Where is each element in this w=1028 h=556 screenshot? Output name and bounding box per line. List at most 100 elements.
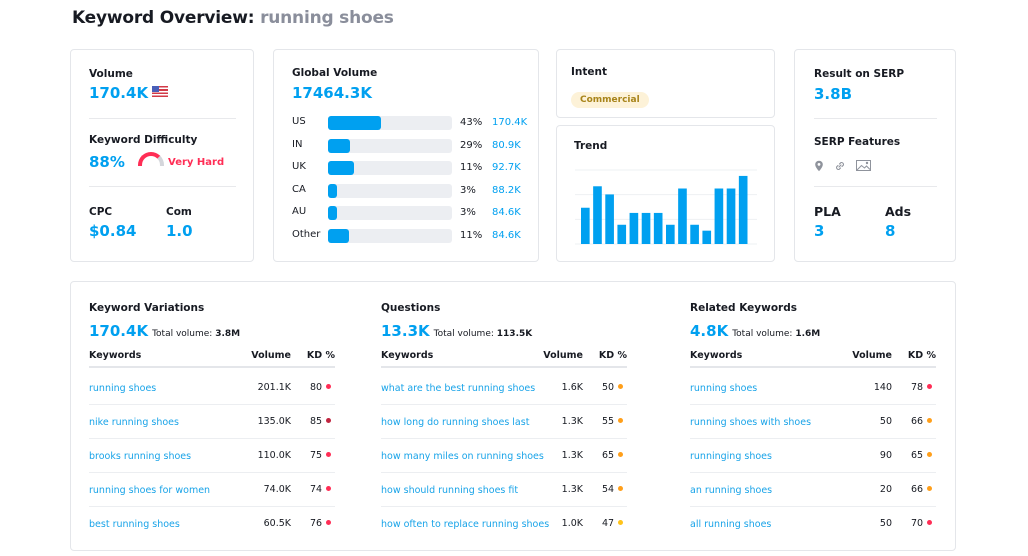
trend-bar[interactable] xyxy=(678,188,687,245)
keyword-kd: 66 xyxy=(911,416,924,427)
keyword-kd: 54 xyxy=(602,484,615,495)
keyword-volume: 1.3K xyxy=(561,416,583,427)
keyword-kd: 50 xyxy=(602,382,615,393)
section-summary: 4.8K Total volume: 1.6M xyxy=(690,322,820,340)
keyword-volume: 1.0K xyxy=(561,518,583,529)
trend-bar[interactable] xyxy=(738,175,748,244)
col-kd[interactable]: KD % xyxy=(599,350,627,361)
keyword-link[interactable]: how many miles on running shoes xyxy=(381,451,544,462)
intent-card: Intent Commercial xyxy=(556,49,775,118)
table-row: all running shoes 50 70 xyxy=(690,507,936,541)
keyword-volume: 60.5K xyxy=(263,518,291,529)
country-row: Other 11% 84.6K xyxy=(292,228,532,244)
trend-bar[interactable] xyxy=(653,212,663,244)
section-total: Total volume: 3.8M xyxy=(152,329,240,339)
trend-bar[interactable] xyxy=(714,188,724,245)
keyword-link[interactable]: nike running shoes xyxy=(89,417,179,428)
keyword-link[interactable]: an running shoes xyxy=(690,485,772,496)
country-code: Other xyxy=(292,229,321,240)
table-row: how should running shoes fit 1.3K 54 xyxy=(381,473,627,507)
section-count[interactable]: 13.3K xyxy=(381,322,430,340)
keyword-link[interactable]: best running shoes xyxy=(89,519,180,530)
trend-bar[interactable] xyxy=(666,224,675,244)
country-volume[interactable]: 170.4K xyxy=(492,117,527,128)
keyword-link[interactable]: all running shoes xyxy=(690,519,771,530)
kd-level-dot-icon xyxy=(618,418,624,423)
table-header: Keywords Volume KD % xyxy=(89,350,335,368)
trend-bar[interactable] xyxy=(690,224,699,244)
country-share-bar xyxy=(328,229,452,243)
keyword-kd: 65 xyxy=(911,450,924,461)
table-row: brooks running shoes 110.0K 75 xyxy=(89,439,335,473)
country-pct: 11% xyxy=(460,162,483,174)
trend-bar[interactable] xyxy=(617,224,627,244)
keyword-section: Related Keywords 4.8K Total volume: 1.6M Ke… xyxy=(690,282,936,552)
col-keywords[interactable]: Keywords xyxy=(690,350,742,361)
section-count[interactable]: 170.4K xyxy=(89,322,148,340)
keyword-section: Questions 13.3K Total volume: 113.5K Keywor… xyxy=(381,282,627,552)
country-share-fill xyxy=(328,161,355,176)
country-share-bar xyxy=(328,161,452,176)
col-keywords[interactable]: Keywords xyxy=(381,350,433,361)
trend-bar[interactable] xyxy=(702,230,712,244)
location-pin-icon[interactable] xyxy=(814,160,824,172)
table-header: Keywords Volume KD % xyxy=(381,350,627,368)
table-row: nike running shoes 135.0K 85 xyxy=(89,405,335,439)
volume-value-wrap: 170.4K xyxy=(89,84,169,102)
image-icon[interactable] xyxy=(856,160,872,171)
country-volume[interactable]: 84.6K xyxy=(492,230,521,241)
keyword-volume: 110.0K xyxy=(257,450,291,461)
table-row: what are the best running shoes 1.6K 50 xyxy=(381,371,627,405)
section-summary: 170.4K Total volume: 3.8M xyxy=(89,322,240,340)
keyword-link[interactable]: running shoes with shoes xyxy=(690,417,811,428)
section-total: Total volume: 113.5K xyxy=(434,329,533,339)
keyword-ideas-card: Keyword Variations 170.4K Total volume: 3.… xyxy=(70,281,956,551)
table-row: running shoes for women 74.0K 74 xyxy=(89,473,335,507)
keyword-link[interactable]: how long do running shoes last xyxy=(381,417,529,428)
keyword-link[interactable]: running shoes xyxy=(89,383,156,394)
keyword-link[interactable]: running shoes for women xyxy=(89,485,210,496)
table-header: Keywords Volume KD % xyxy=(690,350,936,368)
col-kd[interactable]: KD % xyxy=(908,350,936,361)
trend-bar[interactable] xyxy=(605,194,614,244)
keyword-volume: 201.1K xyxy=(257,382,291,393)
page-title-keyword: running shoes xyxy=(260,8,394,28)
keyword-link[interactable]: running shoes xyxy=(690,383,757,394)
trend-bar[interactable] xyxy=(593,186,602,244)
total-value: 3.8M xyxy=(215,329,241,339)
kd-level-dot-icon xyxy=(927,418,933,423)
col-volume[interactable]: Volume xyxy=(251,350,291,361)
col-volume[interactable]: Volume xyxy=(852,350,892,361)
section-count[interactable]: 4.8K xyxy=(690,322,728,340)
trend-bar[interactable] xyxy=(641,212,651,244)
country-volume[interactable]: 92.7K xyxy=(492,162,521,173)
country-share-fill xyxy=(328,183,337,198)
ads-value: 8 xyxy=(885,222,896,240)
keyword-link[interactable]: how often to replace running shoes xyxy=(381,519,549,530)
trend-bar[interactable] xyxy=(629,212,639,244)
table-row: how often to replace running shoes 1.0K 47 xyxy=(381,507,627,541)
col-volume[interactable]: Volume xyxy=(543,350,583,361)
keyword-kd: 66 xyxy=(911,484,924,495)
kd-value: 88% xyxy=(89,153,125,171)
keyword-link[interactable]: brooks running shoes xyxy=(89,451,191,462)
table-row: an running shoes 20 66 xyxy=(690,473,936,507)
com-value: 1.0 xyxy=(166,222,193,240)
country-share-bar xyxy=(328,206,452,221)
keyword-volume: 20 xyxy=(879,484,892,495)
country-volume[interactable]: 80.9K xyxy=(492,140,521,151)
keyword-link[interactable]: runninging shoes xyxy=(690,451,772,462)
keyword-kd: 80 xyxy=(310,382,323,393)
country-volume[interactable]: 88.2K xyxy=(492,185,521,196)
trend-bar[interactable] xyxy=(581,207,590,244)
country-share-fill xyxy=(328,229,350,243)
col-kd[interactable]: KD % xyxy=(307,350,335,361)
country-volume[interactable]: 84.6K xyxy=(492,207,521,218)
col-keywords[interactable]: Keywords xyxy=(89,350,141,361)
keyword-link[interactable]: how should running shoes fit xyxy=(381,485,518,496)
trend-bar[interactable] xyxy=(726,188,736,245)
link-icon[interactable] xyxy=(834,160,846,172)
keyword-kd: 55 xyxy=(602,416,615,427)
kd-level-dot-icon xyxy=(326,520,332,525)
keyword-link[interactable]: what are the best running shoes xyxy=(381,383,535,394)
